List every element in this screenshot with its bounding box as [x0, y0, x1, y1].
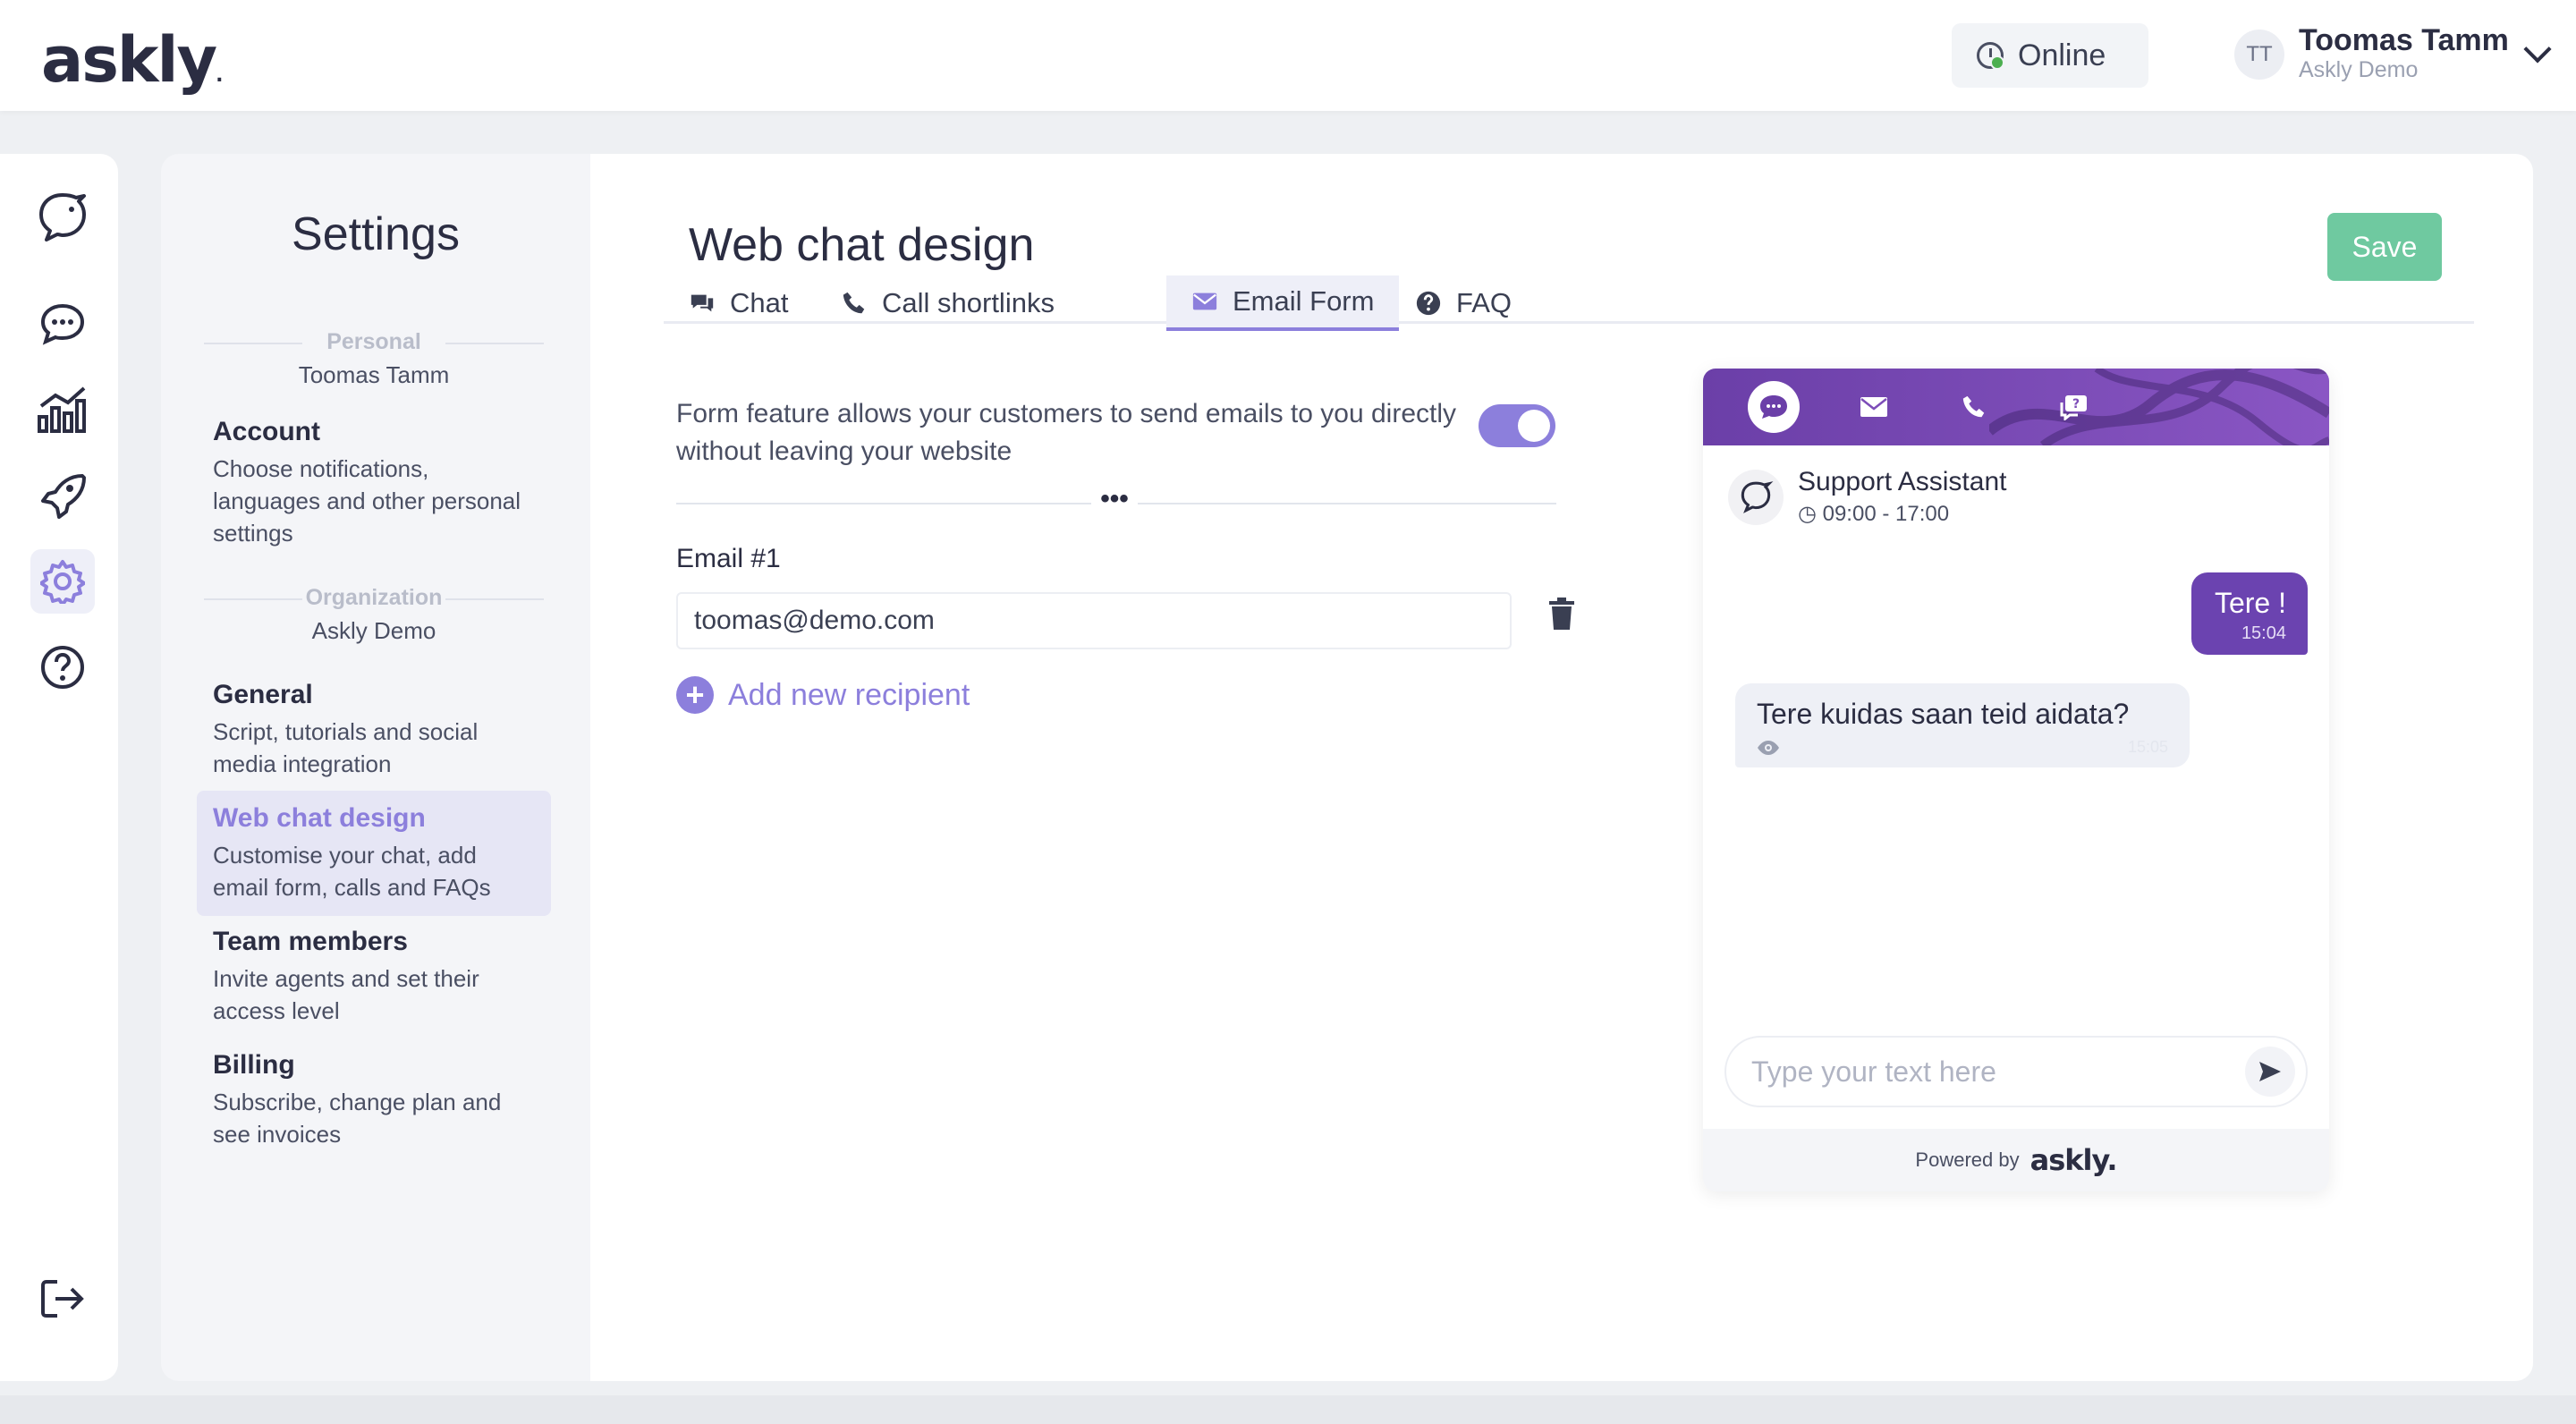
settings-gear-icon[interactable] [30, 549, 95, 614]
bottom-strip [0, 1395, 2576, 1424]
main-panel: Web chat design Save Chat Call shortlink… [590, 154, 2533, 1381]
widget-envelope-icon[interactable] [1848, 381, 1900, 433]
message-text: Tere kuidas saan teid aidata? [1757, 698, 2130, 730]
page-title: Web chat design [689, 219, 1035, 271]
status-label: Online [2018, 38, 2106, 72]
widget-header: ? [1703, 369, 2329, 445]
askly-brand-logo: askly. [2029, 1143, 2118, 1177]
question-circle-icon [1416, 291, 1441, 316]
tab-label: Chat [730, 287, 789, 318]
settings-item-title: General [213, 680, 313, 709]
clock-status-icon [1977, 42, 2004, 70]
add-recipient-button[interactable]: + Add new recipient [676, 676, 970, 714]
email-field[interactable] [676, 592, 1512, 649]
widget-faq-icon[interactable]: ? [2048, 381, 2100, 433]
widget-phone-icon[interactable] [1948, 381, 2000, 433]
settings-item-account[interactable]: Account Choose notifications, languages … [197, 404, 551, 562]
agent-name: Support Assistant [1798, 467, 2007, 496]
logo-bird-icon[interactable] [30, 186, 95, 250]
envelope-icon [1192, 292, 1217, 310]
form-feature-description: Form feature allows your customers to se… [676, 399, 1457, 466]
add-recipient-label: Add new recipient [728, 677, 970, 712]
send-icon [2259, 1062, 2281, 1081]
tab-bar: Chat Call shortlinks Email Form FAQ [664, 275, 2474, 331]
save-button[interactable]: Save [2327, 213, 2442, 281]
settings-item-title: Billing [213, 1050, 295, 1080]
incoming-message: Tere kuidas saan teid aidata? 15:05 [1735, 683, 2190, 767]
tab-label: Call shortlinks [882, 287, 1055, 318]
tab-faq[interactable]: FAQ [1390, 275, 1537, 331]
outgoing-message: Tere ! 15:04 [2191, 572, 2308, 655]
message-time: 15:05 [2127, 738, 2168, 756]
askly-logo[interactable]: askly. [41, 23, 224, 97]
agent-avatar [1728, 469, 1784, 525]
personal-group-label: Personal [204, 329, 544, 355]
settings-item-team-members[interactable]: Team members Invite agents and set their… [197, 914, 551, 1039]
email-form-toggle[interactable] [1479, 404, 1555, 447]
personal-user-name: Toomas Tamm [298, 361, 450, 388]
widget-chat-icon[interactable] [1748, 381, 1800, 433]
user-organization: Askly Demo [2299, 57, 2419, 82]
logout-icon[interactable] [30, 1267, 95, 1331]
settings-item-description: Subscribe, change plan and see invoices [213, 1089, 502, 1148]
tab-chat[interactable]: Chat [664, 275, 813, 331]
chevron-down-icon[interactable] [2523, 35, 2552, 64]
settings-item-title: Account [213, 417, 320, 446]
chat-input-placeholder: Type your text here [1751, 1055, 1996, 1088]
plus-circle-icon: + [676, 676, 714, 714]
tab-email-form[interactable]: Email Form [1166, 275, 1400, 331]
phone-icon [843, 292, 865, 314]
chat-icon[interactable] [30, 292, 95, 356]
avatar[interactable]: TT [2234, 30, 2284, 80]
settings-item-general[interactable]: General Script, tutorials and social med… [197, 667, 551, 793]
analytics-icon[interactable] [30, 377, 95, 442]
organization-group-label: Organization [204, 585, 544, 611]
tab-label: FAQ [1456, 287, 1513, 318]
seen-eye-icon [1758, 740, 1779, 755]
settings-item-description: Customise your chat, add email form, cal… [213, 842, 491, 901]
rocket-icon[interactable] [30, 463, 95, 528]
email-recipient-label: Email #1 [676, 544, 781, 573]
online-status-button[interactable]: Online [1952, 23, 2148, 88]
more-options-icon[interactable]: ••• [1091, 486, 1138, 513]
settings-sidebar: Settings Personal Toomas Tamm Account Ch… [161, 154, 590, 1381]
settings-item-title: Team members [213, 927, 408, 956]
tab-label: Email Form [1233, 285, 1375, 317]
chat-bubbles-icon [691, 294, 714, 312]
top-bar: askly. Online TT Toomas Tamm Askly Demo [0, 0, 2576, 111]
settings-item-billing[interactable]: Billing Subscribe, change plan and see i… [197, 1038, 551, 1163]
settings-item-description: Script, tutorials and social media integ… [213, 718, 479, 777]
agent-info: Support Assistant ◷ 09:00 - 17:00 [1728, 467, 2006, 527]
organization-name: Askly Demo [311, 617, 436, 644]
settings-title: Settings [292, 208, 460, 260]
message-time: 15:04 [2241, 623, 2286, 643]
help-icon[interactable] [30, 635, 95, 699]
widget-footer: Powered by askly. [1703, 1129, 2329, 1191]
settings-item-title: Web chat design [213, 803, 426, 833]
chat-message-input[interactable]: Type your text here [1724, 1036, 2308, 1107]
tab-call-shortlinks[interactable]: Call shortlinks [816, 275, 1080, 331]
header-pattern [1989, 369, 2329, 445]
send-button[interactable] [2245, 1047, 2295, 1097]
settings-item-description: Choose notifications, languages and othe… [213, 455, 521, 547]
agent-hours: ◷ 09:00 - 17:00 [1798, 502, 1950, 526]
settings-item-description: Invite agents and set their access level [213, 965, 479, 1024]
icon-rail [0, 154, 118, 1381]
powered-by-label: Powered by [1915, 1149, 2020, 1171]
message-text: Tere ! [2214, 587, 2286, 619]
settings-item-web-chat-design[interactable]: Web chat design Customise your chat, add… [197, 791, 551, 916]
user-name[interactable]: Toomas Tamm [2299, 23, 2509, 58]
chat-widget-preview: ? Support Assistant ◷ 09:00 - 17:00 Tere… [1703, 369, 2329, 1191]
trash-icon[interactable] [1546, 596, 1578, 631]
svg-text:?: ? [2072, 397, 2080, 411]
